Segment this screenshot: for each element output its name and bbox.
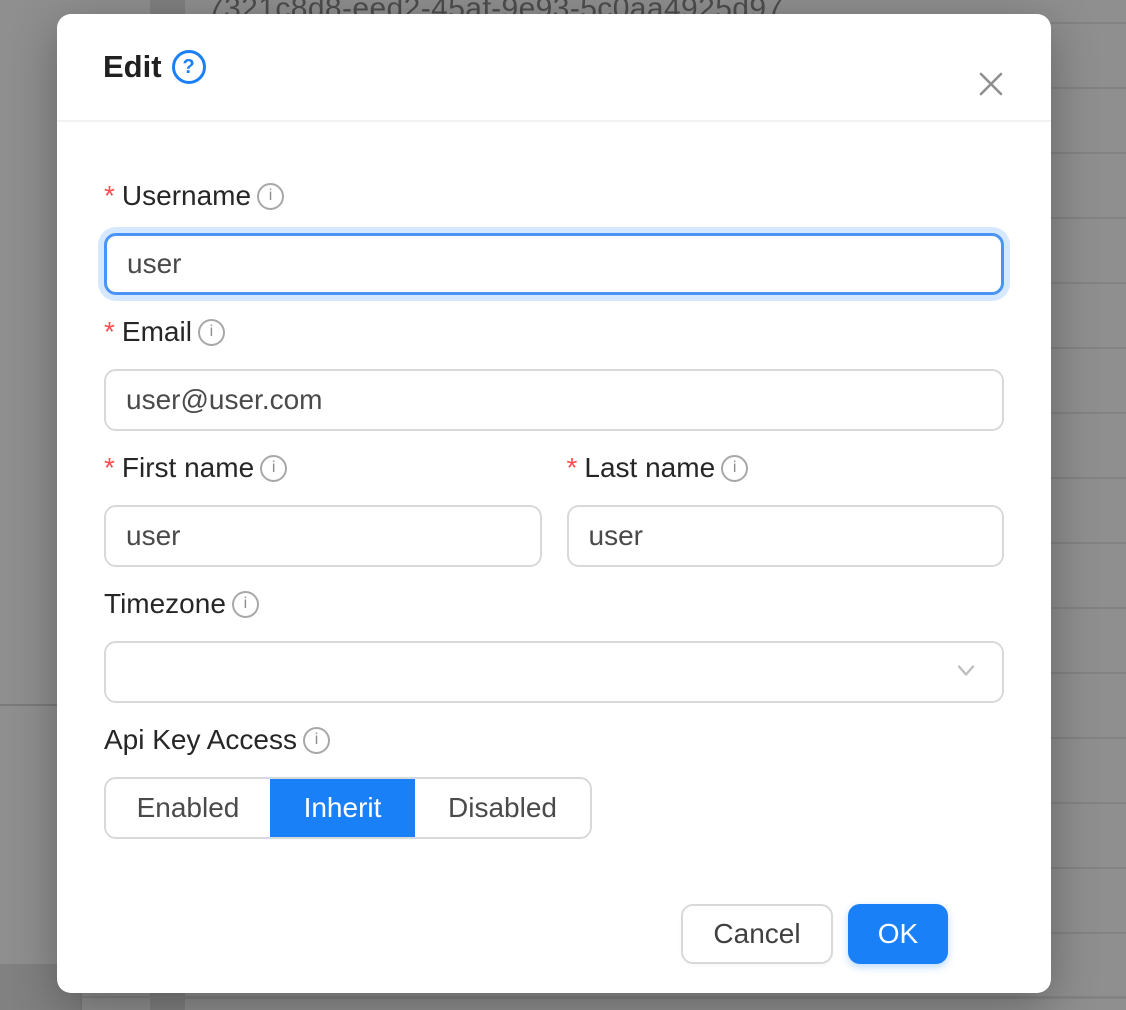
ok-button[interactable]: OK [848, 904, 948, 964]
timezone-label: Timezone i [104, 587, 1004, 621]
api-key-access-radio-group: Enabled Inherit Disabled [104, 777, 592, 839]
form-item-name-row: * First name i * Last name i [104, 451, 1004, 567]
form-item-timezone: Timezone i [104, 587, 1004, 703]
form-item-email: * Email i [104, 315, 1004, 431]
form-item-username: * Username i [104, 179, 1004, 295]
form-item-last-name: * Last name i [567, 451, 1005, 567]
username-label: * Username i [104, 179, 1004, 213]
info-circle-icon[interactable]: i [721, 455, 748, 482]
required-marker: * [104, 451, 115, 485]
close-button[interactable] [963, 56, 1019, 112]
email-label: * Email i [104, 315, 1004, 349]
cancel-button[interactable]: Cancel [681, 904, 833, 964]
first-name-label-text: First name [122, 451, 254, 485]
required-marker: * [104, 315, 115, 349]
info-circle-icon[interactable]: i [232, 591, 259, 618]
modal-footer: Cancel OK [104, 859, 1004, 964]
radio-option-enabled[interactable]: Enabled [106, 779, 270, 837]
chevron-down-icon [952, 656, 980, 689]
modal-body: * Username i * Email i * First name i [57, 122, 1051, 964]
required-marker: * [104, 179, 115, 213]
required-marker: * [567, 451, 578, 485]
modal-title: Edit [103, 49, 162, 85]
first-name-input[interactable] [104, 505, 542, 567]
form-item-api-key-access: Api Key Access i Enabled Inherit Disable… [104, 723, 1004, 839]
email-label-text: Email [122, 315, 192, 349]
modal-header: Edit ? [57, 14, 1051, 122]
api-key-access-label-text: Api Key Access [104, 723, 297, 757]
api-key-access-label: Api Key Access i [104, 723, 1004, 757]
username-input[interactable] [104, 233, 1004, 295]
radio-option-disabled[interactable]: Disabled [415, 779, 590, 837]
timezone-label-text: Timezone [104, 587, 226, 621]
info-circle-icon[interactable]: i [257, 183, 284, 210]
form-item-first-name: * First name i [104, 451, 542, 567]
help-circle-icon[interactable]: ? [172, 50, 206, 84]
last-name-label-text: Last name [584, 451, 715, 485]
radio-option-inherit[interactable]: Inherit [270, 779, 415, 837]
edit-user-modal: Edit ? * Username i * Email i [57, 14, 1051, 993]
first-name-label: * First name i [104, 451, 542, 485]
info-circle-icon[interactable]: i [303, 727, 330, 754]
last-name-label: * Last name i [567, 451, 1005, 485]
info-circle-icon[interactable]: i [260, 455, 287, 482]
email-input[interactable] [104, 369, 1004, 431]
info-circle-icon[interactable]: i [198, 319, 225, 346]
timezone-select[interactable] [104, 641, 1004, 703]
last-name-input[interactable] [567, 505, 1005, 567]
username-label-text: Username [122, 179, 251, 213]
close-icon [976, 69, 1006, 99]
